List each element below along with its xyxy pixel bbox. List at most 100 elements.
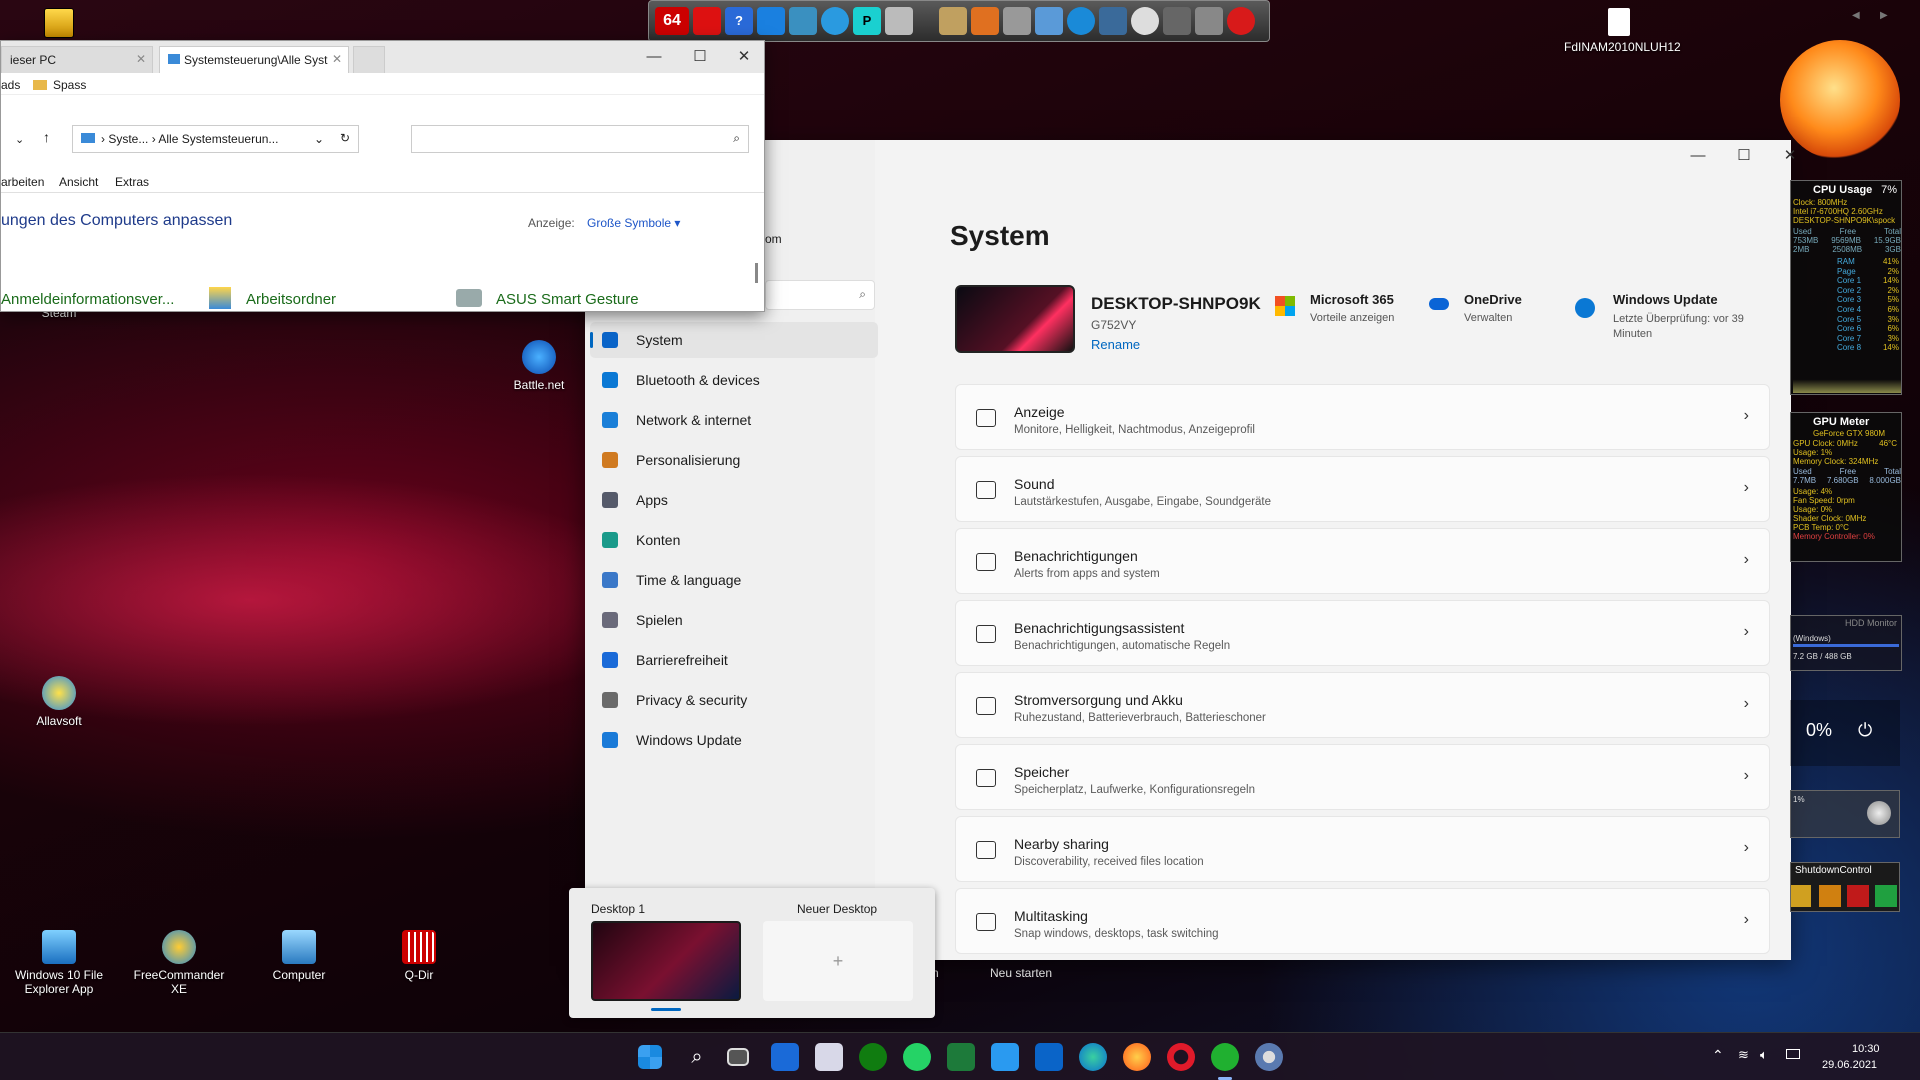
sidebar-item-system[interactable]: System — [590, 322, 878, 358]
picture-icon[interactable] — [1035, 7, 1063, 35]
shutdown-control-widget[interactable]: ShutdownControl — [1790, 862, 1900, 912]
jet-icon[interactable] — [939, 7, 967, 35]
hdd-monitor-widget[interactable]: HDD Monitor (Windows) 7.2 GB / 488 GB — [1790, 615, 1902, 671]
widgets-icon[interactable] — [771, 1043, 799, 1071]
settings-card-stromversorgung-und-akku[interactable]: Stromversorgung und Akku Ruhezustand, Bat… — [955, 672, 1770, 738]
move-icon[interactable] — [693, 7, 721, 35]
volume-widget[interactable]: 1% — [1790, 790, 1900, 838]
desktop-icon-battlenet[interactable]: Battle.net — [484, 340, 594, 392]
back-chevron-icon[interactable]: ⌄ — [15, 133, 24, 146]
help-icon[interactable]: ? — [725, 7, 753, 35]
monitor-icon[interactable] — [757, 7, 785, 35]
addr-segment[interactable]: Alle Systemsteuerun... — [158, 132, 278, 146]
desktop-1-thumbnail[interactable] — [591, 921, 741, 1001]
task-view-icon[interactable] — [727, 1048, 749, 1066]
excel-like-icon[interactable] — [947, 1043, 975, 1071]
refresh-icon[interactable]: ↻ — [340, 131, 350, 145]
settings-card-sound[interactable]: Sound Lautstärkestufen, Ausgabe, Eingabe,… — [955, 456, 1770, 522]
settings-card-multitasking[interactable]: Multitasking Snap windows, desktops, task… — [955, 888, 1770, 954]
settings-maximize-button[interactable]: ☐ — [1721, 140, 1767, 172]
cp-item-credentials[interactable]: Anmeldeinformationsver... — [1, 291, 174, 308]
scrollbar[interactable] — [755, 263, 758, 283]
tab-close-icon[interactable]: ✕ — [136, 52, 146, 66]
opera-icon[interactable] — [1167, 1043, 1195, 1071]
settings-card-benachrichtigungsassistent[interactable]: Benachrichtigungsassistent Benachrichtigu… — [955, 600, 1770, 666]
desktop-icon-file-explorer[interactable]: Windows 10 File Explorer App — [4, 930, 114, 996]
cpu-usage-widget[interactable]: CPU Usage 7% Clock: 800MHz Intel i7-6700… — [1790, 180, 1902, 395]
settings-card-benachrichtigungen[interactable]: Benachrichtigungen Alerts from apps and s… — [955, 528, 1770, 594]
settings-card-speicher[interactable]: Speicher Speicherplatz, Laufwerke, Konfig… — [955, 744, 1770, 810]
fav-spass[interactable]: Spass — [53, 78, 86, 92]
settings-close-button[interactable]: ✕ — [1767, 140, 1813, 172]
media-icon[interactable] — [1163, 7, 1191, 35]
tab-dieser-pc[interactable]: ieser PC ✕ — [1, 46, 153, 73]
sidebar-item-konten[interactable]: Konten — [590, 522, 878, 558]
registry-icon[interactable] — [789, 7, 817, 35]
p-icon[interactable]: P — [853, 7, 881, 35]
clock-time[interactable]: 10:30 — [1852, 1043, 1880, 1055]
battery-widget[interactable]: 0% ⏻ — [1790, 700, 1900, 766]
sidebar-item-personalisierung[interactable]: Personalisierung — [590, 442, 878, 478]
cp-item-arbeitsordner[interactable]: Arbeitsordner — [246, 291, 336, 308]
sidebar-item-network-internet[interactable]: Network & internet — [590, 402, 878, 438]
rename-link[interactable]: Rename — [1091, 337, 1140, 352]
tile-microsoft-365[interactable]: Microsoft 365 Vorteile anzeigen — [1275, 292, 1415, 342]
badge-64-icon[interactable]: 64 — [655, 7, 689, 35]
battery-icon[interactable] — [1786, 1049, 1800, 1059]
menu-extras[interactable]: Extras — [115, 175, 149, 189]
new-tab-button[interactable] — [353, 46, 385, 73]
clover-icon[interactable] — [1211, 1043, 1239, 1071]
desktop-icon-allavsoft[interactable]: Allavsoft — [4, 676, 114, 728]
restart-icon[interactable] — [1819, 885, 1841, 907]
explorer-close-button[interactable]: ✕ — [721, 41, 767, 73]
firefox-icon[interactable] — [1123, 1043, 1151, 1071]
addr-segment[interactable]: Syste... — [108, 132, 148, 146]
menu-ansicht[interactable]: Ansicht — [59, 175, 98, 189]
sidebar-item-apps[interactable]: Apps — [590, 482, 878, 518]
tab-systemsteuerung[interactable]: Systemsteuerung\Alle Syst ✕ — [159, 46, 349, 73]
explorer-search-input[interactable]: ⌕ — [411, 125, 749, 153]
logoff-icon[interactable] — [1791, 885, 1811, 907]
nero-icon[interactable] — [1227, 7, 1255, 35]
sleep-icon[interactable] — [1875, 885, 1897, 907]
settings-search-field[interactable]: ⌕ — [765, 280, 875, 310]
settings-minimize-button[interactable]: — — [1675, 140, 1721, 172]
xbox-icon[interactable] — [859, 1043, 887, 1071]
edge-icon[interactable] — [1079, 1043, 1107, 1071]
camera-icon[interactable] — [1099, 7, 1127, 35]
tab-close-icon[interactable]: ✕ — [332, 52, 342, 66]
settings-gear-icon[interactable] — [1255, 1043, 1283, 1071]
search-icon[interactable]: ⌕ — [683, 1043, 711, 1071]
aperture-icon[interactable] — [1067, 7, 1095, 35]
blue-app-icon[interactable] — [991, 1043, 1019, 1071]
arrow-right-icon[interactable]: ▶ — [1880, 10, 1888, 21]
up-arrow-icon[interactable]: ↑ — [43, 129, 50, 145]
clock-date[interactable]: 29.06.2021 — [1822, 1059, 1877, 1071]
gpu-meter-widget[interactable]: GPU Meter GeForce GTX 980M 46°C GPU Cloc… — [1790, 412, 1902, 562]
desktop-icon-qdir[interactable]: Q-Dir — [364, 930, 474, 982]
sidebar-item-bluetooth-devices[interactable]: Bluetooth & devices — [590, 362, 878, 398]
desktop-icon-computer[interactable]: Computer — [244, 930, 354, 982]
wifi-icon[interactable]: ≋ — [1738, 1047, 1749, 1063]
sidebar-item-barrierefreiheit[interactable]: Barrierefreiheit — [590, 642, 878, 678]
g-icon[interactable] — [821, 7, 849, 35]
outlook-icon[interactable] — [1035, 1043, 1063, 1071]
explorer-maximize-button[interactable]: ☐ — [677, 41, 723, 73]
sidebar-item-spielen[interactable]: Spielen — [590, 602, 878, 638]
start-button[interactable] — [638, 1045, 662, 1069]
view-select[interactable]: Große Symbole ▾ — [587, 216, 680, 230]
desktop-icon-file[interactable]: FdINAM2010NLUH12 — [1564, 8, 1681, 54]
dropdown-chevron-icon[interactable]: ⌄ — [314, 132, 324, 146]
explorer-minimize-button[interactable]: — — [631, 41, 677, 73]
printer-icon[interactable] — [1195, 7, 1223, 35]
sidebar-item-time-language[interactable]: Time & language — [590, 562, 878, 598]
fire-icon[interactable] — [971, 7, 999, 35]
tools-icon[interactable] — [885, 7, 913, 35]
film-reel-icon[interactable] — [1131, 7, 1159, 35]
cp-item-asus-gesture[interactable]: ASUS Smart Gesture — [496, 291, 639, 308]
menu-bearbeiten[interactable]: arbeiten — [1, 175, 44, 189]
calendar-icon[interactable] — [815, 1043, 843, 1071]
address-bar[interactable]: › Syste... › Alle Systemsteuerun... ⌄ ↻ — [72, 125, 359, 153]
arrow-left-icon[interactable]: ◀ — [1852, 10, 1860, 21]
sidebar-item-windows-update[interactable]: Windows Update — [590, 722, 878, 758]
